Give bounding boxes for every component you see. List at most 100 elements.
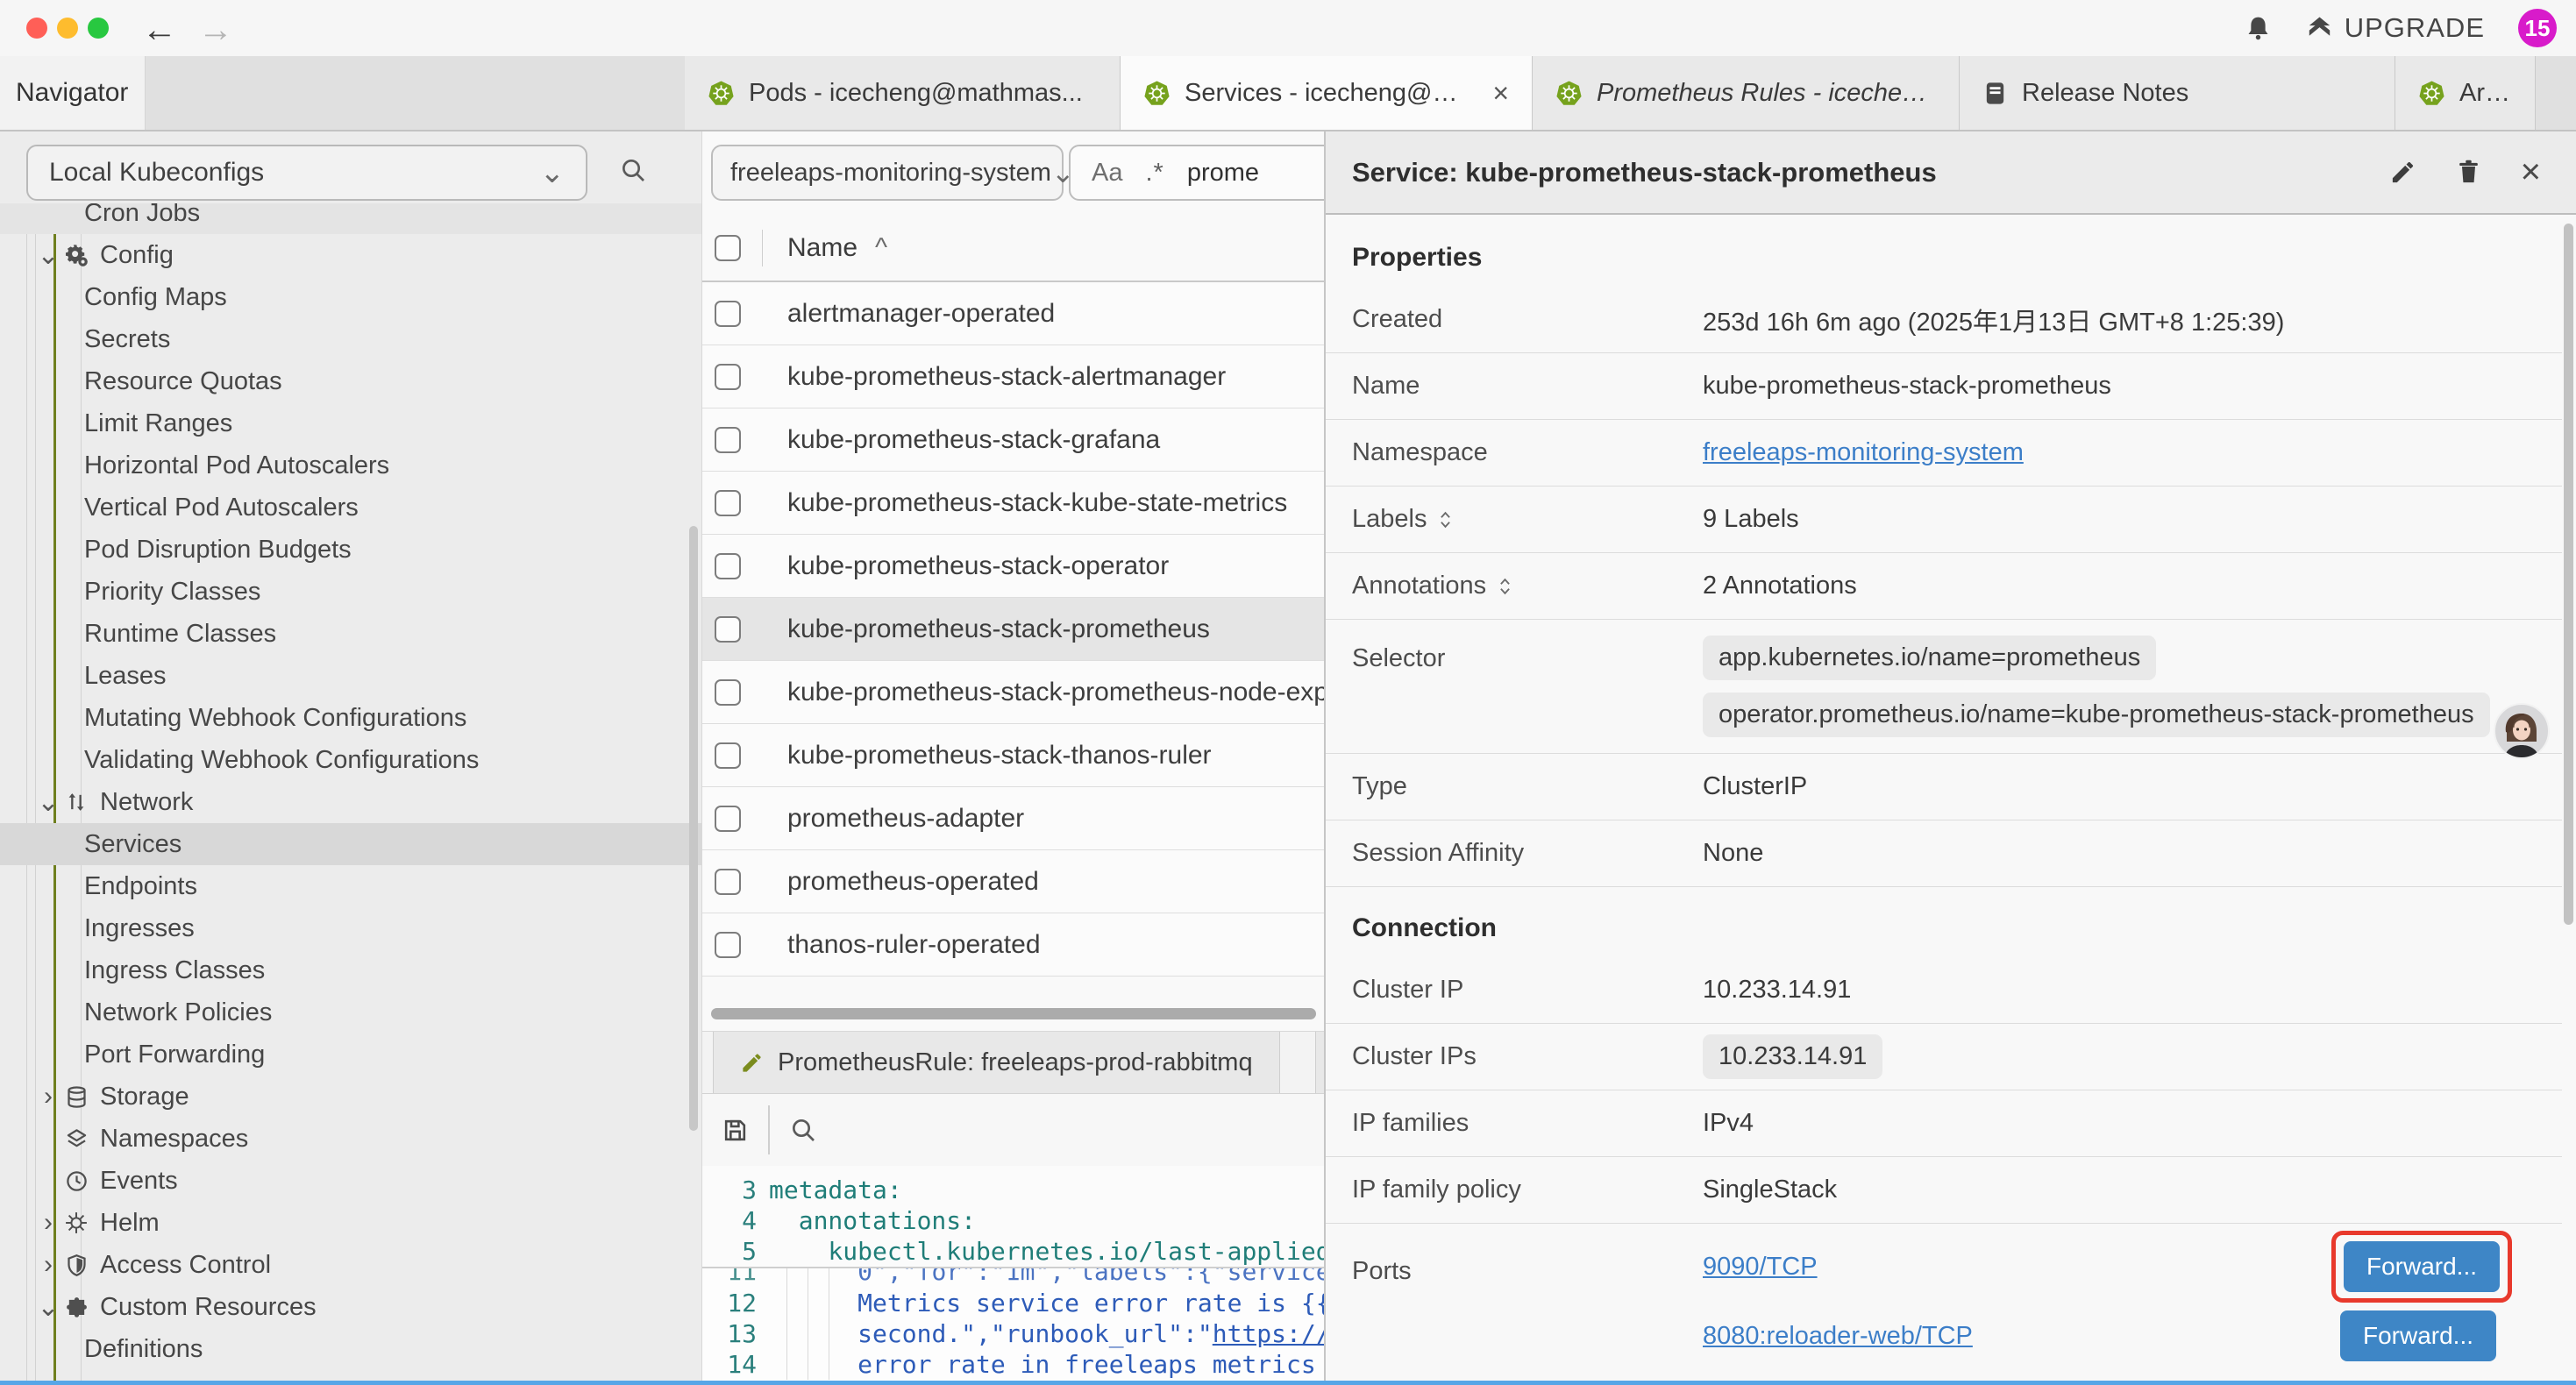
- expand-collapse-icon[interactable]: [1439, 509, 1452, 530]
- expand-collapse-icon[interactable]: [1498, 576, 1512, 597]
- row-checkbox[interactable]: [715, 616, 741, 643]
- sidebar-scrollbar[interactable]: [689, 526, 698, 1131]
- tab-services-icecheng-math[interactable]: Services - icecheng@math...×: [1121, 56, 1533, 130]
- editor-tab-prometheusrule[interactable]: PrometheusRule: freeleaps-prod-rabbitmq: [713, 1032, 1280, 1093]
- row-checkbox[interactable]: [715, 679, 741, 706]
- close-window-icon[interactable]: [26, 18, 47, 39]
- sidebar-item-leases[interactable]: Leases: [0, 655, 701, 697]
- close-icon[interactable]: ×: [2521, 153, 2541, 192]
- sidebar-item-events[interactable]: Events: [0, 1160, 701, 1202]
- sidebar-item-access-control[interactable]: ›Access Control: [0, 1244, 701, 1286]
- sidebar-item-network-policies[interactable]: Network Policies: [0, 991, 701, 1033]
- sidebar-item-port-forwarding[interactable]: Port Forwarding: [0, 1033, 701, 1076]
- sidebar-item-helm[interactable]: ›Helm: [0, 1202, 701, 1244]
- select-all-checkbox[interactable]: [715, 235, 741, 261]
- tab-prometheus-rules-icecheng[interactable]: Prometheus Rules - icecheng...: [1533, 56, 1960, 130]
- chevron-down-icon[interactable]: ⌄: [35, 787, 61, 818]
- editor-tab-fragment[interactable]: [1315, 1032, 1324, 1093]
- sidebar-item-config[interactable]: ⌄Config: [0, 234, 701, 276]
- sort-asc-icon[interactable]: ^: [875, 233, 887, 263]
- namespace-link[interactable]: freeleaps-monitoring-system: [1703, 438, 2024, 467]
- tab-pods-icecheng-mathmas[interactable]: Pods - icecheng@mathmas...: [685, 56, 1121, 130]
- sidebar-item-endpoints[interactable]: Endpoints: [0, 865, 701, 907]
- traffic-lights[interactable]: [26, 18, 109, 39]
- chevron-down-icon[interactable]: ⌄: [35, 240, 61, 271]
- row-checkbox[interactable]: [715, 806, 741, 832]
- table-row-kube-prometheus-stack-prometheus-node-exporter[interactable]: kube-prometheus-stack-prometheus-node-ex…: [702, 661, 1324, 724]
- chevron-right-icon[interactable]: ›: [35, 1250, 61, 1280]
- row-checkbox[interactable]: [715, 869, 741, 895]
- upgrade-button[interactable]: UPGRADE: [2305, 12, 2485, 44]
- detail-scrollbar[interactable]: [2564, 224, 2573, 925]
- edit-icon[interactable]: [2389, 159, 2416, 186]
- search-icon[interactable]: [619, 156, 647, 184]
- regex-toggle[interactable]: .*: [1145, 159, 1163, 188]
- annotations-value[interactable]: 2 Annotations: [1703, 572, 1857, 600]
- namespace-selector[interactable]: freeleaps-monitoring-system ⌄: [711, 145, 1064, 201]
- sidebar-item-config-maps[interactable]: Config Maps: [0, 276, 701, 318]
- navigator-panel-tab[interactable]: Navigator: [0, 56, 146, 130]
- table-row-kube-prometheus-stack-alertmanager[interactable]: kube-prometheus-stack-alertmanager: [702, 345, 1324, 408]
- table-row-alertmanager-operated[interactable]: alertmanager-operated: [702, 282, 1324, 345]
- row-checkbox[interactable]: [715, 553, 741, 579]
- zoom-window-icon[interactable]: [88, 18, 109, 39]
- forward-button-9090[interactable]: Forward...: [2344, 1241, 2500, 1292]
- sidebar-item-mutating-webhook-configurations[interactable]: Mutating Webhook Configurations: [0, 697, 701, 739]
- sidebar-item-network[interactable]: ⌄Network: [0, 781, 701, 823]
- sidebar-item-horizontal-pod-autoscalers[interactable]: Horizontal Pod Autoscalers: [0, 444, 701, 487]
- table-row-kube-prometheus-stack-operator[interactable]: kube-prometheus-stack-operator: [702, 535, 1324, 598]
- row-checkbox[interactable]: [715, 364, 741, 390]
- sidebar-item-secrets[interactable]: Secrets: [0, 318, 701, 360]
- row-checkbox[interactable]: [715, 490, 741, 516]
- user-avatar[interactable]: [2494, 703, 2550, 764]
- table-row-thanos-ruler-operated[interactable]: thanos-ruler-operated: [702, 913, 1324, 977]
- table-row-prometheus-adapter[interactable]: prometheus-adapter: [702, 787, 1324, 850]
- port-link-8080[interactable]: 8080:reloader-web/TCP: [1703, 1322, 1973, 1351]
- table-search-input[interactable]: Aa .* prome: [1069, 145, 1324, 201]
- chevron-right-icon[interactable]: ›: [35, 1082, 61, 1112]
- sidebar-item-ingresses[interactable]: Ingresses: [0, 907, 701, 949]
- chevron-right-icon[interactable]: ›: [35, 1208, 61, 1238]
- sidebar-item-ingress-classes[interactable]: Ingress Classes: [0, 949, 701, 991]
- save-icon[interactable]: [722, 1117, 749, 1144]
- bell-icon[interactable]: [2245, 15, 2272, 42]
- kubeconfig-selector[interactable]: Local Kubeconfigs ⌄: [26, 145, 587, 201]
- forward-button-8080[interactable]: Forward...: [2340, 1310, 2496, 1361]
- sidebar-item-limit-ranges[interactable]: Limit Ranges: [0, 402, 701, 444]
- row-checkbox[interactable]: [715, 301, 741, 327]
- sidebar-item-resource-quotas[interactable]: Resource Quotas: [0, 360, 701, 402]
- sidebar-item-services[interactable]: Services: [0, 823, 701, 865]
- table-row-kube-prometheus-stack-thanos-ruler[interactable]: kube-prometheus-stack-thanos-ruler: [702, 724, 1324, 787]
- forward-icon[interactable]: →: [198, 11, 233, 50]
- name-column-header[interactable]: Name: [787, 233, 857, 263]
- back-icon[interactable]: ←: [142, 11, 177, 50]
- trash-icon[interactable]: [2455, 159, 2482, 186]
- row-checkbox[interactable]: [715, 427, 741, 453]
- notification-count-badge[interactable]: 15: [2518, 9, 2557, 47]
- sidebar-item-custom-resources[interactable]: ⌄Custom Resources: [0, 1286, 701, 1328]
- minimize-window-icon[interactable]: [57, 18, 78, 39]
- close-tab-icon[interactable]: ×: [1492, 77, 1509, 110]
- row-checkbox[interactable]: [715, 742, 741, 769]
- port-link-9090[interactable]: 9090/TCP: [1703, 1253, 1818, 1282]
- sidebar-item-runtime-classes[interactable]: Runtime Classes: [0, 613, 701, 655]
- sidebar-item-priority-classes[interactable]: Priority Classes: [0, 571, 701, 613]
- match-case-toggle[interactable]: Aa: [1092, 159, 1122, 188]
- sidebar-item-definitions[interactable]: Definitions: [0, 1328, 701, 1370]
- sidebar-item-pod-disruption-budgets[interactable]: Pod Disruption Budgets: [0, 529, 701, 571]
- sidebar-item-namespaces[interactable]: Namespaces: [0, 1118, 701, 1160]
- table-row-prometheus-operated[interactable]: prometheus-operated: [702, 850, 1324, 913]
- table-row-kube-prometheus-stack-grafana[interactable]: kube-prometheus-stack-grafana: [702, 408, 1324, 472]
- labels-value[interactable]: 9 Labels: [1703, 505, 1799, 534]
- editor-search-icon[interactable]: [789, 1116, 817, 1144]
- sidebar-item-cron-jobs[interactable]: Cron Jobs: [0, 203, 701, 234]
- chevron-down-icon[interactable]: ⌄: [35, 1292, 61, 1323]
- horizontal-scrollbar[interactable]: [711, 1008, 1316, 1019]
- sidebar-item-validating-webhook-configurations[interactable]: Validating Webhook Configurations: [0, 739, 701, 781]
- table-row-kube-prometheus-stack-prometheus[interactable]: kube-prometheus-stack-prometheus: [702, 598, 1324, 661]
- tab-argo-se[interactable]: Argo Se: [2395, 56, 2536, 130]
- tab-release-notes[interactable]: Release Notes: [1960, 56, 2395, 130]
- sidebar-item-storage[interactable]: ›Storage: [0, 1076, 701, 1118]
- table-row-kube-prometheus-stack-kube-state-metrics[interactable]: kube-prometheus-stack-kube-state-metrics: [702, 472, 1324, 535]
- row-checkbox[interactable]: [715, 932, 741, 958]
